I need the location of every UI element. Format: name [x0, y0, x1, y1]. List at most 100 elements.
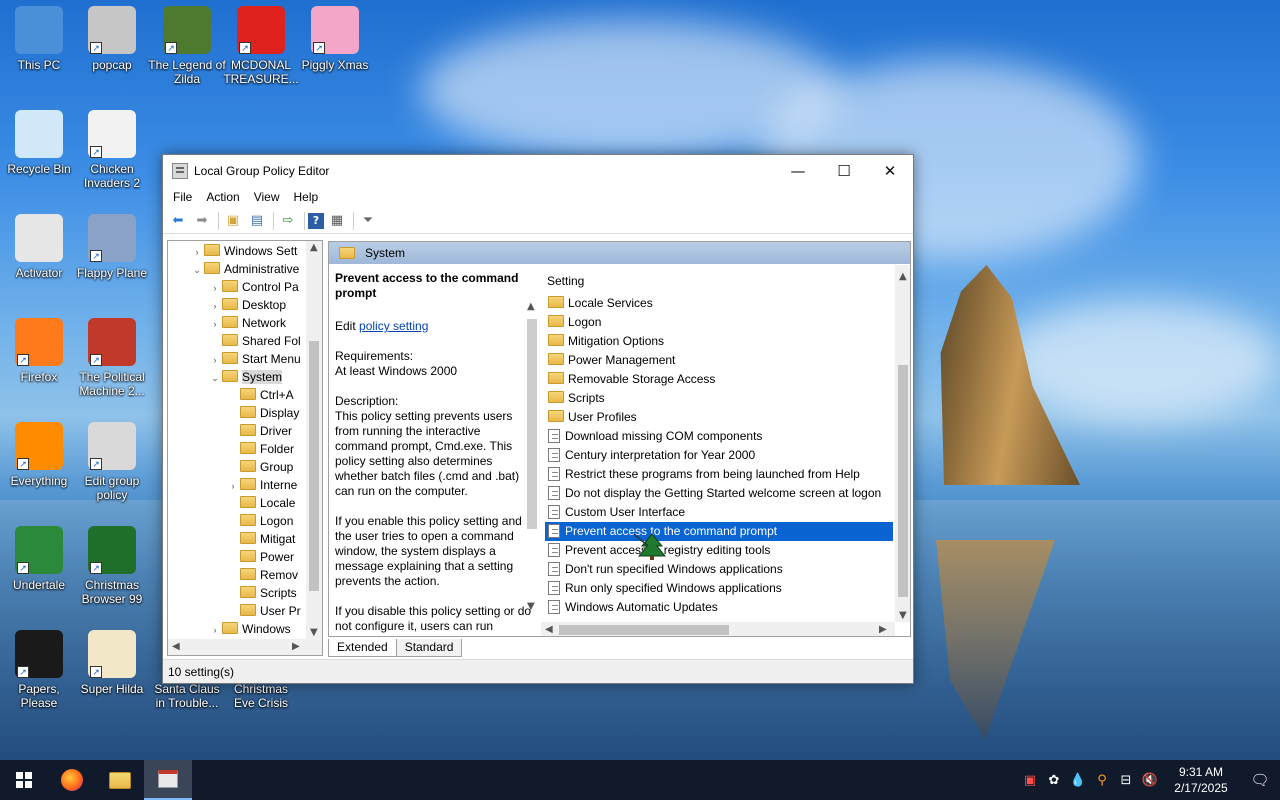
network-icon[interactable]: ⊟	[1114, 773, 1138, 788]
clock[interactable]: 9:31 AM 2/17/2025	[1162, 764, 1240, 796]
menu-file[interactable]: File	[166, 190, 199, 204]
setting-row[interactable]: Logon	[545, 313, 893, 332]
chevron-down-icon[interactable]: ⌄	[208, 369, 222, 386]
tree-item[interactable]: Locale	[226, 494, 306, 512]
tree-item[interactable]: › Interne	[226, 476, 306, 494]
maximize-button[interactable]: ☐	[821, 155, 867, 186]
setting-row[interactable]: Power Management	[545, 351, 893, 370]
scroll-down-icon[interactable]: ▼	[899, 610, 907, 621]
menu-action[interactable]: Action	[199, 190, 246, 204]
show-hide-tree-icon[interactable]: ▤	[246, 211, 268, 231]
desktop-icon-2[interactable]: ↗ The Legend of Zilda	[148, 6, 226, 86]
setting-row[interactable]: User Profiles	[545, 408, 893, 427]
desktop-icon-0[interactable]: This PC	[0, 6, 78, 72]
up-folder-icon[interactable]: ▣	[222, 211, 244, 231]
setting-row[interactable]: Run only specified Windows applications	[545, 579, 893, 598]
desktop-icon-9[interactable]: ↗ Firefox	[0, 318, 78, 384]
setting-row[interactable]: Don't run specified Windows applications	[545, 560, 893, 579]
setting-row[interactable]: Locale Services	[545, 294, 893, 313]
menu-view[interactable]: View	[247, 190, 287, 204]
tree-item[interactable]: User Pr	[226, 602, 306, 620]
shield-alert-icon[interactable]: ▣	[1018, 773, 1042, 788]
desktop-icon-11[interactable]: ↗ Everything	[0, 422, 78, 488]
scroll-up-icon[interactable]: ▲	[310, 242, 318, 253]
help-icon[interactable]: ?	[308, 212, 324, 229]
setting-row[interactable]: Prevent access to the command prompt	[545, 522, 893, 541]
setting-row[interactable]: Mitigation Options	[545, 332, 893, 351]
description-scrollbar[interactable]: ▲ ▼	[525, 297, 539, 612]
edit-policy-link[interactable]: policy setting	[359, 319, 428, 333]
tree-item[interactable]: Mitigat	[226, 530, 306, 548]
tree-item[interactable]: Driver	[226, 422, 306, 440]
scroll-left-icon[interactable]: ◀	[545, 624, 553, 635]
setting-row[interactable]: Removable Storage Access	[545, 370, 893, 389]
desktop-icon-12[interactable]: ↗ Edit group policy	[73, 422, 151, 502]
desktop-icon-16[interactable]: ↗ Super Hilda	[73, 630, 151, 696]
setting-row[interactable]: Prevent access to registry editing tools	[545, 541, 893, 560]
list-hscroll-thumb[interactable]	[559, 625, 729, 635]
scroll-down-icon[interactable]: ▼	[527, 601, 535, 612]
desktop-icon-5[interactable]: Recycle Bin	[0, 110, 78, 176]
desktop-icon-10[interactable]: ↗ The Political Machine 2...	[73, 318, 151, 398]
description-scroll-thumb[interactable]	[527, 319, 537, 529]
tree-item[interactable]: › Windows Sett	[190, 242, 306, 260]
desktop-icon-3[interactable]: ↗ MCDONAL TREASURE...	[222, 6, 300, 86]
menu-help[interactable]: Help	[287, 190, 326, 204]
tree-item[interactable]: › Control Pa	[208, 278, 306, 296]
taskbar-file-explorer[interactable]	[96, 760, 144, 800]
chevron-right-icon[interactable]: ›	[190, 243, 204, 260]
app-tray-icon[interactable]: ✿	[1042, 773, 1066, 788]
tree-item[interactable]: › Start Menu	[208, 350, 306, 368]
start-button[interactable]	[0, 760, 48, 800]
tree-item[interactable]: Ctrl+A	[226, 386, 306, 404]
search-everything-icon[interactable]: ⚲	[1090, 773, 1114, 788]
tree-item[interactable]: ⌄ System	[208, 368, 306, 386]
volume-muted-icon[interactable]: 🔇	[1138, 773, 1162, 788]
tab-standard[interactable]: Standard	[395, 639, 463, 657]
tab-extended[interactable]: Extended	[328, 639, 397, 657]
tree-item[interactable]: ⌄ Administrative	[190, 260, 306, 278]
desktop-icon-1[interactable]: ↗ popcap	[73, 6, 151, 72]
list-horizontal-scrollbar[interactable]: ◀ ▶	[541, 622, 895, 636]
minimize-button[interactable]: —	[775, 155, 821, 186]
setting-row[interactable]: Scripts	[545, 389, 893, 408]
tree-item[interactable]: Folder	[226, 440, 306, 458]
export-list-icon[interactable]: ⇨	[277, 211, 299, 231]
setting-row[interactable]: Download missing COM components	[545, 427, 893, 446]
tree-item[interactable]: › Desktop	[208, 296, 306, 314]
tree-item[interactable]: Power	[226, 548, 306, 566]
droplet-icon[interactable]: 💧	[1066, 773, 1090, 788]
scroll-down-icon[interactable]: ▼	[310, 627, 318, 638]
chevron-right-icon[interactable]: ›	[208, 279, 222, 296]
tree-scroll-thumb[interactable]	[309, 341, 319, 591]
back-arrow-icon[interactable]: ⬅	[167, 211, 189, 231]
setting-row[interactable]: Restrict these programs from being launc…	[545, 465, 893, 484]
scroll-up-icon[interactable]: ▲	[899, 271, 907, 282]
tree-item[interactable]: Remov	[226, 566, 306, 584]
desktop-icon-7[interactable]: Activator	[0, 214, 78, 280]
desktop-icon-6[interactable]: ↗ Chicken Invaders 2	[73, 110, 151, 190]
desktop-icon-15[interactable]: ↗ Papers, Please	[0, 630, 78, 710]
chevron-right-icon[interactable]: ›	[208, 315, 222, 332]
scroll-up-icon[interactable]: ▲	[527, 301, 535, 312]
chevron-right-icon[interactable]: ›	[226, 477, 240, 494]
setting-column-header[interactable]: Setting	[541, 270, 910, 292]
desktop-icon-13[interactable]: ↗ Undertale	[0, 526, 78, 592]
chevron-right-icon[interactable]: ›	[208, 297, 222, 314]
chevron-down-icon[interactable]: ⌄	[190, 261, 204, 278]
tree-item[interactable]: › Network	[208, 314, 306, 332]
tree-item[interactable]: Group	[226, 458, 306, 476]
desktop-icon-8[interactable]: ↗ Flappy Plane	[73, 214, 151, 280]
close-button[interactable]: ✕	[867, 155, 913, 186]
tree-item[interactable]: › Windows	[208, 620, 306, 638]
taskbar-firefox[interactable]	[48, 760, 96, 800]
notifications-icon[interactable]: 🗨	[1240, 771, 1280, 789]
taskbar-group-policy-editor[interactable]	[144, 760, 192, 800]
title-bar[interactable]: Local Group Policy Editor — ☐ ✕	[163, 155, 913, 186]
desktop-icon-4[interactable]: ↗ Piggly Xmas	[296, 6, 374, 72]
tree-vertical-scrollbar[interactable]: ▲ ▼	[306, 241, 322, 639]
tree-item[interactable]: Display	[226, 404, 306, 422]
list-vertical-scrollbar[interactable]: ▲ ▼	[895, 265, 910, 622]
properties-icon[interactable]: ▦	[326, 211, 348, 231]
tree-item[interactable]: Shared Fol	[208, 332, 306, 350]
